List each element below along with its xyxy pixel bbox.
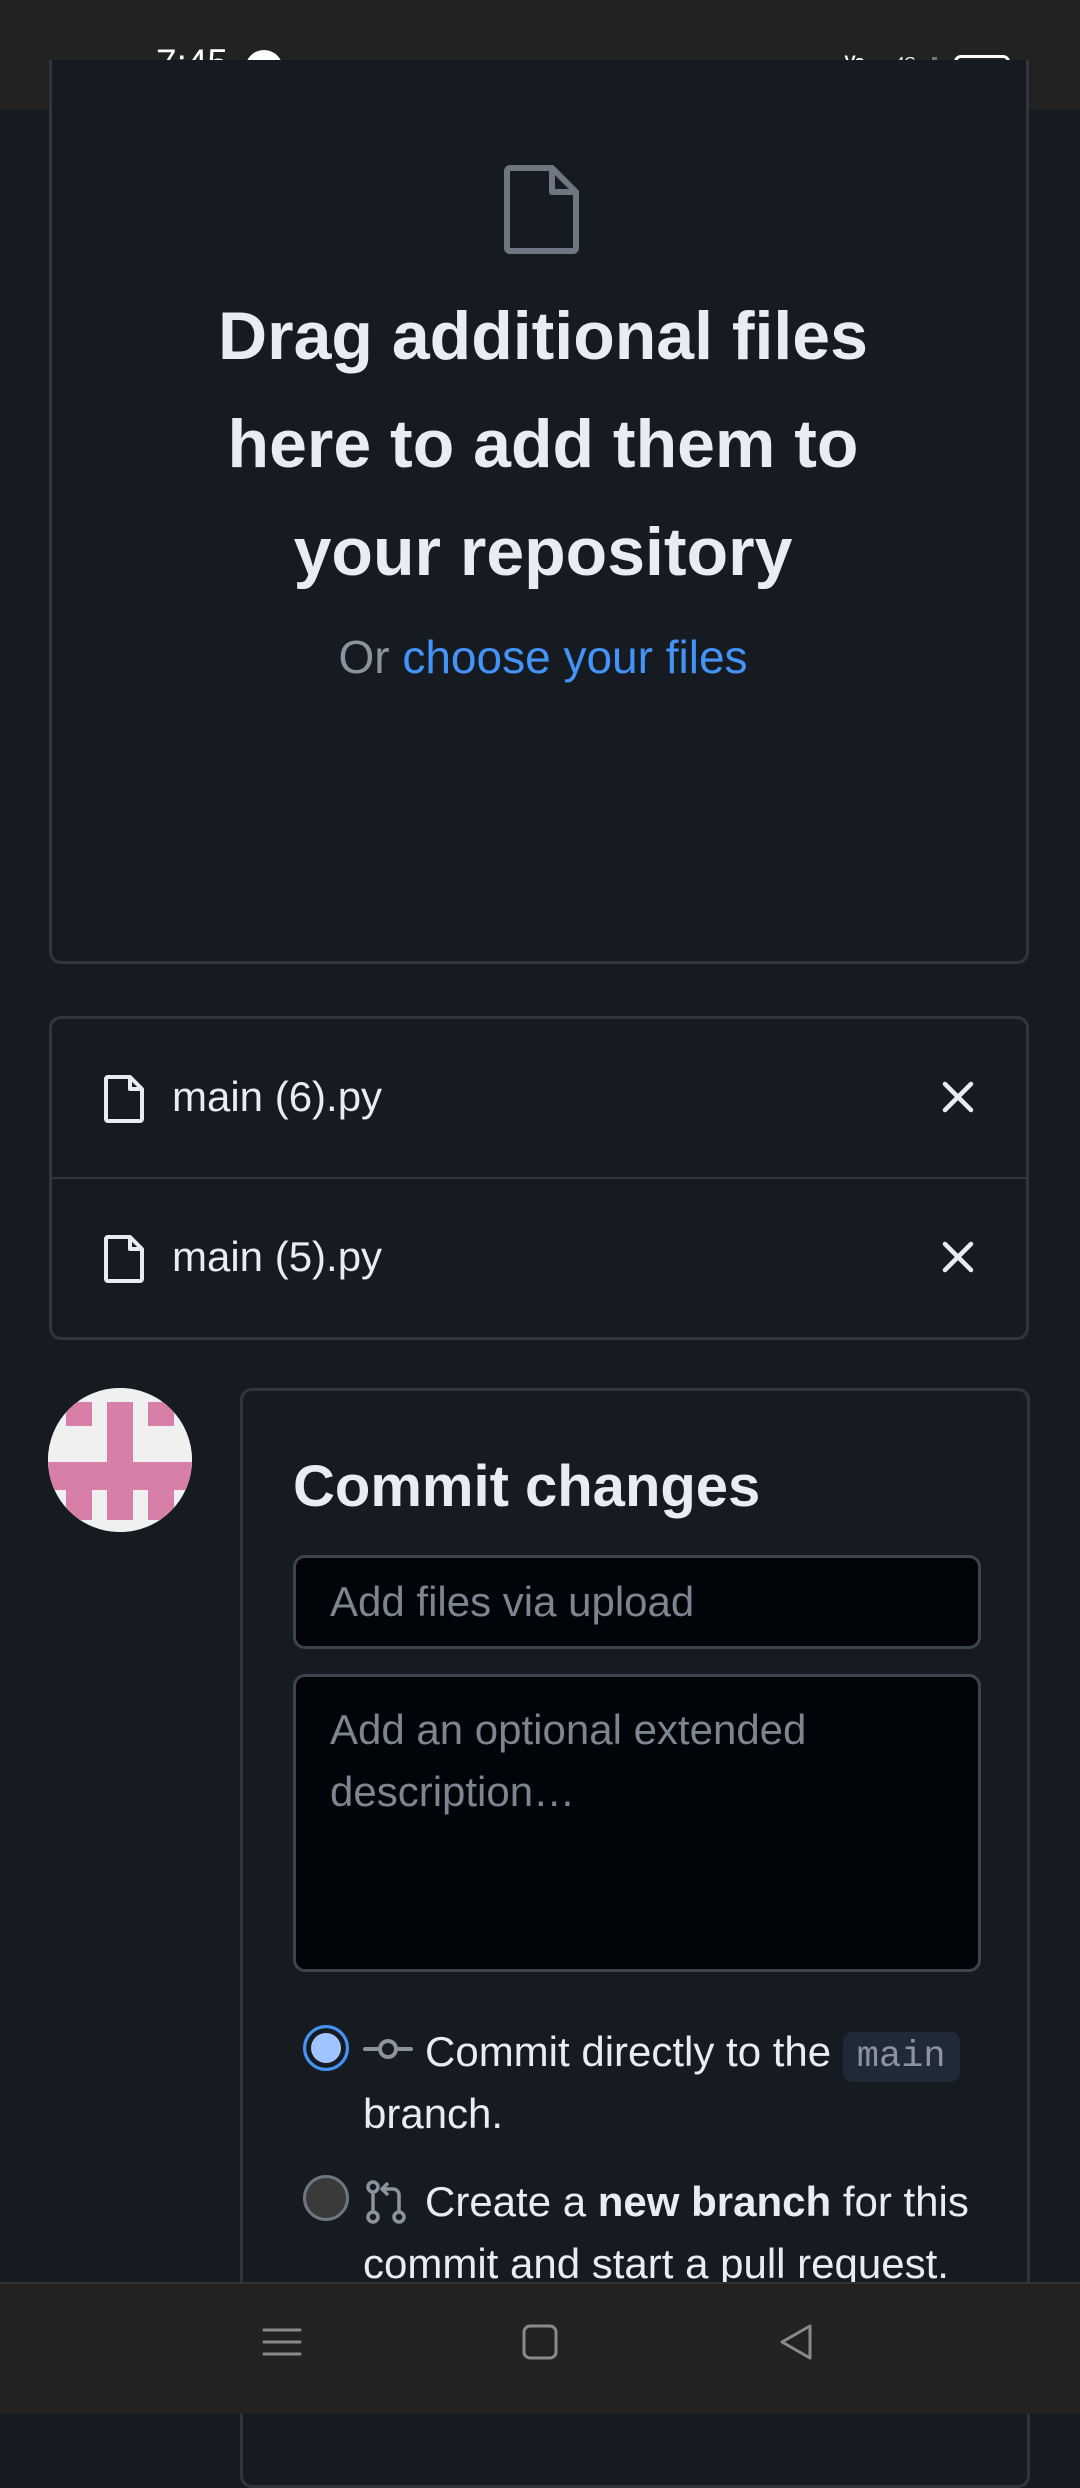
- dropzone-title: Drag additional files here to add them t…: [218, 298, 868, 590]
- home-icon[interactable]: [522, 2322, 558, 2367]
- menu-icon[interactable]: [262, 2322, 302, 2367]
- new-branch-suffix: for this: [842, 2178, 969, 2225]
- new-branch-radio[interactable]: [303, 2175, 349, 2221]
- file-icon: [504, 164, 580, 259]
- commit-direct-radio[interactable]: [303, 2025, 349, 2071]
- file-name: main (6).py: [172, 1073, 383, 1120]
- list-item: main (5).py: [52, 1179, 1026, 1337]
- pull-request-icon: [363, 2179, 409, 2230]
- back-icon[interactable]: [776, 2322, 816, 2367]
- avatar[interactable]: [48, 1388, 192, 1532]
- commit-direct-text: Commit directly to the: [425, 2028, 832, 2075]
- close-icon[interactable]: [940, 1079, 976, 1115]
- new-branch-prefix: Create a: [425, 2178, 587, 2225]
- new-branch-label: Create a new branch for this: [425, 2171, 1015, 2233]
- file-name: main (5).py: [172, 1233, 383, 1280]
- file-icon: [104, 1235, 144, 1288]
- file-drop-zone[interactable]: Drag additional files here to add them t…: [49, 60, 1029, 964]
- branch-name-badge: main: [842, 2032, 960, 2082]
- uploaded-file-list: main (6).py main (5).py: [49, 1016, 1029, 1340]
- system-nav-bar: [0, 2282, 1080, 2414]
- new-branch-bold: new branch: [597, 2178, 832, 2225]
- commit-summary-input[interactable]: [293, 1555, 981, 1649]
- commit-direct-label: Commit directly to the main: [425, 2021, 1015, 2088]
- commit-icon: [363, 2029, 413, 2074]
- file-icon: [104, 1075, 144, 1128]
- commit-description-field[interactable]: [293, 1674, 981, 1972]
- close-icon[interactable]: [940, 1239, 976, 1275]
- list-item: main (6).py: [52, 1019, 1026, 1179]
- commit-direct-suffix: branch.: [363, 2090, 504, 2137]
- choose-files-link[interactable]: choose your files: [402, 631, 747, 683]
- dropzone-subtitle: Or choose your files: [153, 630, 933, 684]
- dropzone-subtitle-prefix: Or: [338, 631, 390, 683]
- commit-title: Commit changes: [293, 1454, 761, 1519]
